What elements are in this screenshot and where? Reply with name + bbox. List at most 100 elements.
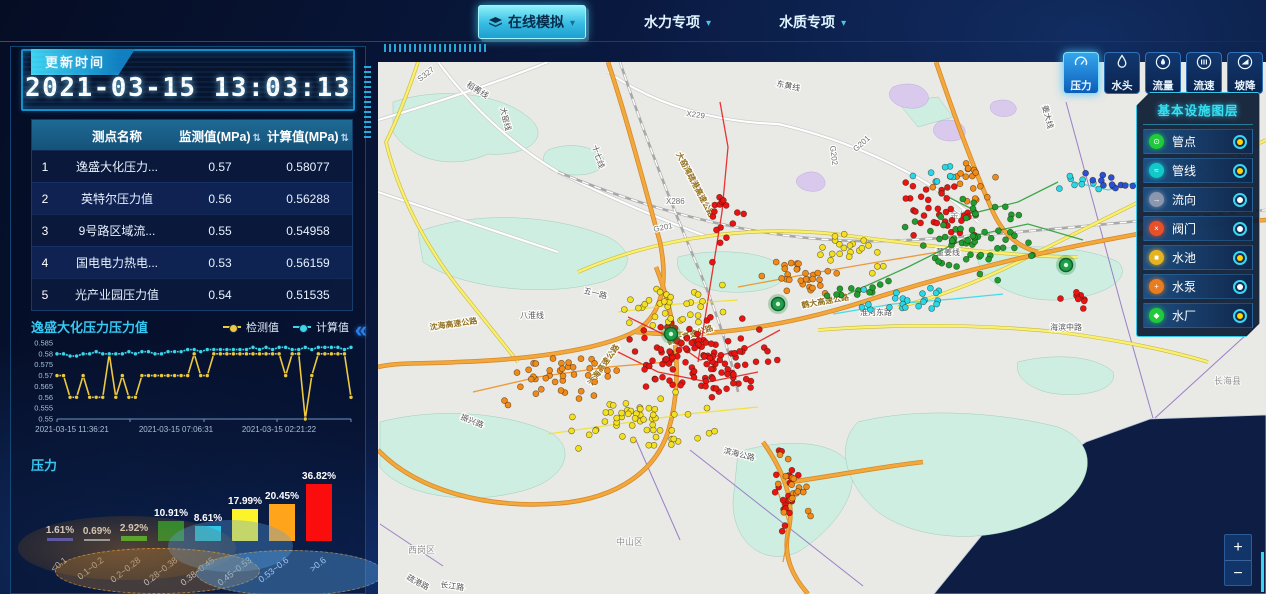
layer-item[interactable]: ◆ 水厂 — [1143, 303, 1253, 328]
map-mode-toolbar: 压力水头流量流速坡降 — [1063, 52, 1263, 94]
layer-label: 水池 — [1172, 249, 1233, 266]
svg-text:0.57: 0.57 — [38, 371, 53, 380]
table-row[interactable]: 2英特尔压力值0.560.56288 — [32, 182, 352, 214]
layer-list: ⊙ 管点 ≈管线 → 流向 ×阀门 ■ 水池 +水泵 ◆ 水厂 — [1143, 129, 1253, 328]
zoom-in-button[interactable]: + — [1225, 535, 1251, 560]
row-index: 3 — [32, 224, 58, 238]
road-label: 八淮线 — [520, 310, 544, 320]
row-calculated-value: 0.56288 — [264, 192, 352, 206]
layer-toggle[interactable] — [1233, 193, 1247, 207]
legend-item[interactable]: 计算值 — [293, 319, 349, 335]
layer-type-icon: ⊙ — [1149, 134, 1164, 149]
nav-tab-3[interactable]: 水质专项▾ — [769, 6, 856, 38]
tick-strip-horizontal — [384, 44, 488, 52]
sort-icon[interactable]: ⇅ — [341, 133, 349, 144]
layer-item[interactable]: +水泵 — [1143, 274, 1253, 299]
layer-toggle[interactable] — [1233, 251, 1247, 265]
nav-tab-1[interactable]: 在线模拟▾ — [478, 5, 586, 39]
map-tool-slope[interactable]: 坡降 — [1227, 52, 1263, 94]
nav-tab-label: 水力专项 — [644, 12, 700, 32]
layer-item[interactable]: ×阀门 — [1143, 216, 1253, 241]
layer-label: 管点 — [1172, 133, 1233, 150]
sort-icon[interactable]: ⇅ — [253, 133, 261, 144]
map-area: S327稻莠线大窑线X229十七线东黄线姜大线G201G202G201X286S… — [378, 62, 1266, 594]
svg-text:0.575: 0.575 — [34, 360, 53, 369]
row-monitored-value: 0.54 — [176, 288, 264, 302]
road-label: 长海县 — [1214, 375, 1241, 386]
layer-toggle[interactable] — [1233, 280, 1247, 294]
map-tool-label: 水头 — [1112, 78, 1133, 93]
layer-type-icon: ◆ — [1149, 308, 1164, 323]
row-name: 9号路区域流... — [58, 222, 176, 239]
bar — [306, 484, 332, 541]
layer-type-icon: ■ — [1149, 250, 1164, 265]
map-tool-water-head[interactable]: 水头 — [1104, 52, 1140, 94]
row-monitored-value: 0.57 — [176, 160, 264, 174]
layer-item[interactable]: ⊙ 管点 — [1143, 129, 1253, 154]
layer-toggle[interactable] — [1233, 135, 1247, 149]
water-head-icon — [1113, 53, 1131, 76]
layer-label: 流向 — [1172, 191, 1233, 208]
update-time-value: 2021-03-15 13:03:13 — [23, 73, 353, 103]
legend-label: 检测值 — [246, 319, 279, 335]
row-monitored-value: 0.53 — [176, 256, 264, 270]
row-monitored-value: 0.55 — [176, 224, 264, 238]
layer-toggle-dot — [1237, 139, 1243, 145]
layer-toggle[interactable] — [1233, 222, 1247, 236]
table-row[interactable]: 39号路区域流...0.550.54958 — [32, 214, 352, 246]
nav-tab-2[interactable]: 水力专项 ▾ — [634, 6, 721, 38]
table-row[interactable]: 1逸盛大化压力...0.570.58077 — [32, 150, 352, 182]
layer-item[interactable]: ≈管线 — [1143, 158, 1253, 183]
left-panel: 更新时间 2021-03-15 13:03:13 测点名称监测值(MPa)⇅计算… — [10, 46, 366, 594]
layer-type-icon: + — [1149, 279, 1164, 294]
row-monitored-value: 0.56 — [176, 192, 264, 206]
layer-label: 阀门 — [1172, 220, 1233, 237]
svg-text:0.585: 0.585 — [34, 339, 53, 348]
map-tool-flow-rate[interactable]: 流量 — [1145, 52, 1181, 94]
legend-marker — [223, 326, 241, 328]
svg-text:0.58: 0.58 — [38, 349, 53, 358]
facility-layer-panel: 基本设施图层 ⊙ 管点 ≈管线 → 流向 ×阀门 ■ 水池 +水泵 ◆ 水厂 — [1136, 92, 1260, 337]
dashboard: 在线模拟▾水力专项▾水质专项▾ 更新时间 2021-03-15 13:03:13… — [0, 0, 1266, 594]
map-tool-pressure-gauge[interactable]: 压力 — [1063, 52, 1099, 94]
table-header-3: 计算值(MPa)⇅ — [264, 126, 352, 145]
layer-label: 水厂 — [1172, 307, 1233, 324]
layer-toggle[interactable] — [1233, 164, 1247, 178]
row-calculated-value: 0.51535 — [264, 288, 352, 302]
chevron-down-icon: ▾ — [706, 18, 711, 29]
panel-collapse-arrow[interactable]: « — [348, 318, 374, 344]
zoom-out-button[interactable]: − — [1225, 560, 1251, 585]
road-label: 中山区 — [616, 536, 643, 547]
layer-item[interactable]: → 流向 — [1143, 187, 1253, 212]
table-body: 1逸盛大化压力...0.570.580772英特尔压力值0.560.562883… — [32, 150, 352, 310]
layer-type-icon: → — [1149, 192, 1164, 207]
layer-toggle-dot — [1237, 197, 1243, 203]
road-label: 海滨中路 — [1050, 322, 1082, 332]
main-nav: 在线模拟▾水力专项▾水质专项▾ — [478, 5, 856, 39]
legend-item[interactable]: 检测值 — [223, 319, 279, 335]
layer-panel-title: 基本设施图层 — [1143, 97, 1253, 125]
scrollbar-accent — [1261, 552, 1264, 592]
layer-toggle[interactable] — [1233, 309, 1247, 323]
layers-icon — [489, 16, 502, 28]
table-row[interactable]: 5光产业园压力值0.540.51535 — [32, 278, 352, 310]
chevron-down-icon: ▾ — [570, 18, 575, 29]
measurement-table: 测点名称监测值(MPa)⇅计算值(MPa)⇅ 1逸盛大化压力...0.570.5… — [31, 119, 353, 311]
svg-text:2021-03-15 11:36:21: 2021-03-15 11:36:21 — [35, 425, 109, 434]
row-calculated-value: 0.56159 — [264, 256, 352, 270]
map-canvas[interactable]: S327稻莠线大窑线X229十七线东黄线姜大线G201G202G201X286S… — [378, 62, 1266, 594]
map-tool-flow-speed[interactable]: 流速 — [1186, 52, 1222, 94]
row-name: 光产业园压力值 — [58, 286, 176, 303]
table-header-2: 监测值(MPa)⇅ — [176, 126, 264, 145]
nav-tab-label: 水质专项 — [779, 12, 835, 32]
line-chart: 0.5850.580.5750.570.5650.560.5550.552021… — [19, 335, 363, 447]
svg-text:0.55: 0.55 — [38, 415, 53, 424]
svg-text:0.555: 0.555 — [34, 404, 53, 413]
table-header-1: 测点名称 — [58, 126, 176, 145]
row-name: 逸盛大化压力... — [58, 158, 176, 175]
bar-group[interactable]: 36.82%>0.6 — [306, 471, 332, 541]
row-index: 5 — [32, 288, 58, 302]
layer-item[interactable]: ■ 水池 — [1143, 245, 1253, 270]
row-index: 2 — [32, 192, 58, 206]
table-row[interactable]: 4国电电力热电...0.530.56159 — [32, 246, 352, 278]
